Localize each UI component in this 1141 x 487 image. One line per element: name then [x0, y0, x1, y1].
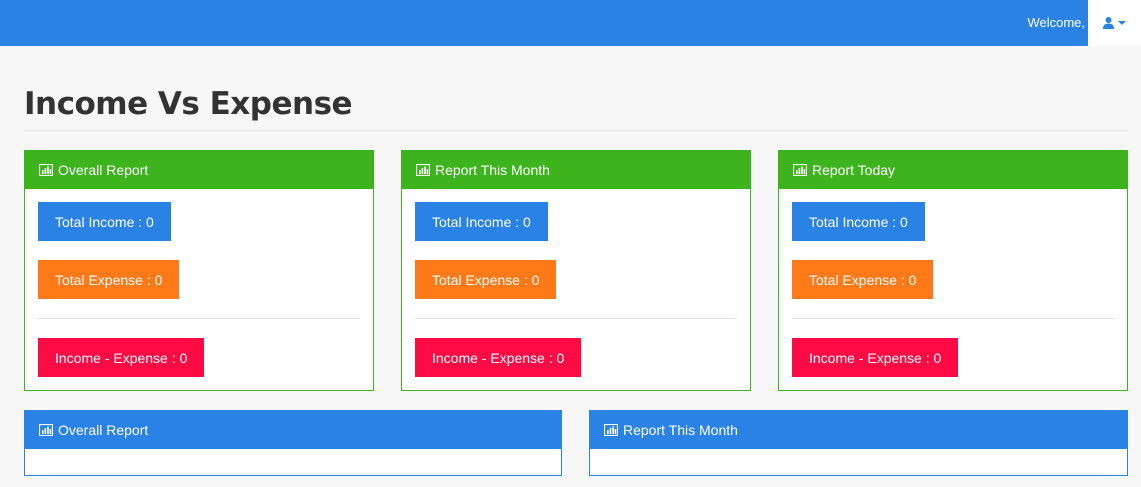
total-expense-badge: Total Expense : 0 — [415, 260, 557, 299]
total-income-badge: Total Income : 0 — [38, 202, 171, 241]
panel-title: Report This Month — [623, 422, 738, 438]
panel-divider — [792, 318, 1114, 319]
panel-title: Overall Report — [58, 162, 149, 178]
panel-title: Overall Report — [58, 422, 149, 438]
total-income-badge: Total Income : 0 — [415, 202, 548, 241]
overall-report-panel: Overall Report Total Income : 0 Total Ex… — [24, 150, 374, 391]
panel-title: Report Today — [812, 162, 896, 178]
bar-chart-icon — [39, 424, 53, 436]
bar-chart-icon — [793, 164, 807, 176]
total-income-badge: Total Income : 0 — [792, 202, 925, 241]
bar-chart-icon — [39, 164, 53, 176]
user-menu-button[interactable] — [1088, 0, 1141, 46]
report-this-month-panel: Report This Month Total Income : 0 Total… — [401, 150, 751, 391]
panel-title: Report This Month — [435, 162, 550, 178]
panel-header: Report Today — [779, 151, 1127, 189]
report-this-month-chart-panel: Report This Month — [589, 410, 1128, 476]
caret-down-icon — [1118, 21, 1126, 25]
panel-divider — [415, 318, 737, 319]
total-expense-badge: Total Expense : 0 — [38, 260, 180, 299]
panel-header: Overall Report — [25, 151, 373, 189]
page-title: Income Vs Expense — [24, 86, 353, 122]
income-minus-expense-badge: Income - Expense : 0 — [415, 338, 582, 377]
bar-chart-icon — [416, 164, 430, 176]
total-expense-badge: Total Expense : 0 — [792, 260, 934, 299]
panel-divider — [38, 318, 360, 319]
panel-header: Overall Report — [25, 411, 561, 449]
report-today-panel: Report Today Total Income : 0 Total Expe… — [778, 150, 1128, 391]
income-minus-expense-badge: Income - Expense : 0 — [792, 338, 959, 377]
welcome-text: Welcome, — [1027, 15, 1085, 30]
panel-header: Report This Month — [402, 151, 750, 189]
user-icon — [1103, 17, 1114, 29]
title-divider — [24, 130, 1128, 131]
top-navbar: Welcome, — [0, 0, 1141, 46]
bar-chart-icon — [604, 424, 618, 436]
panel-header: Report This Month — [590, 411, 1127, 449]
overall-report-chart-panel: Overall Report — [24, 410, 562, 476]
income-minus-expense-badge: Income - Expense : 0 — [38, 338, 205, 377]
